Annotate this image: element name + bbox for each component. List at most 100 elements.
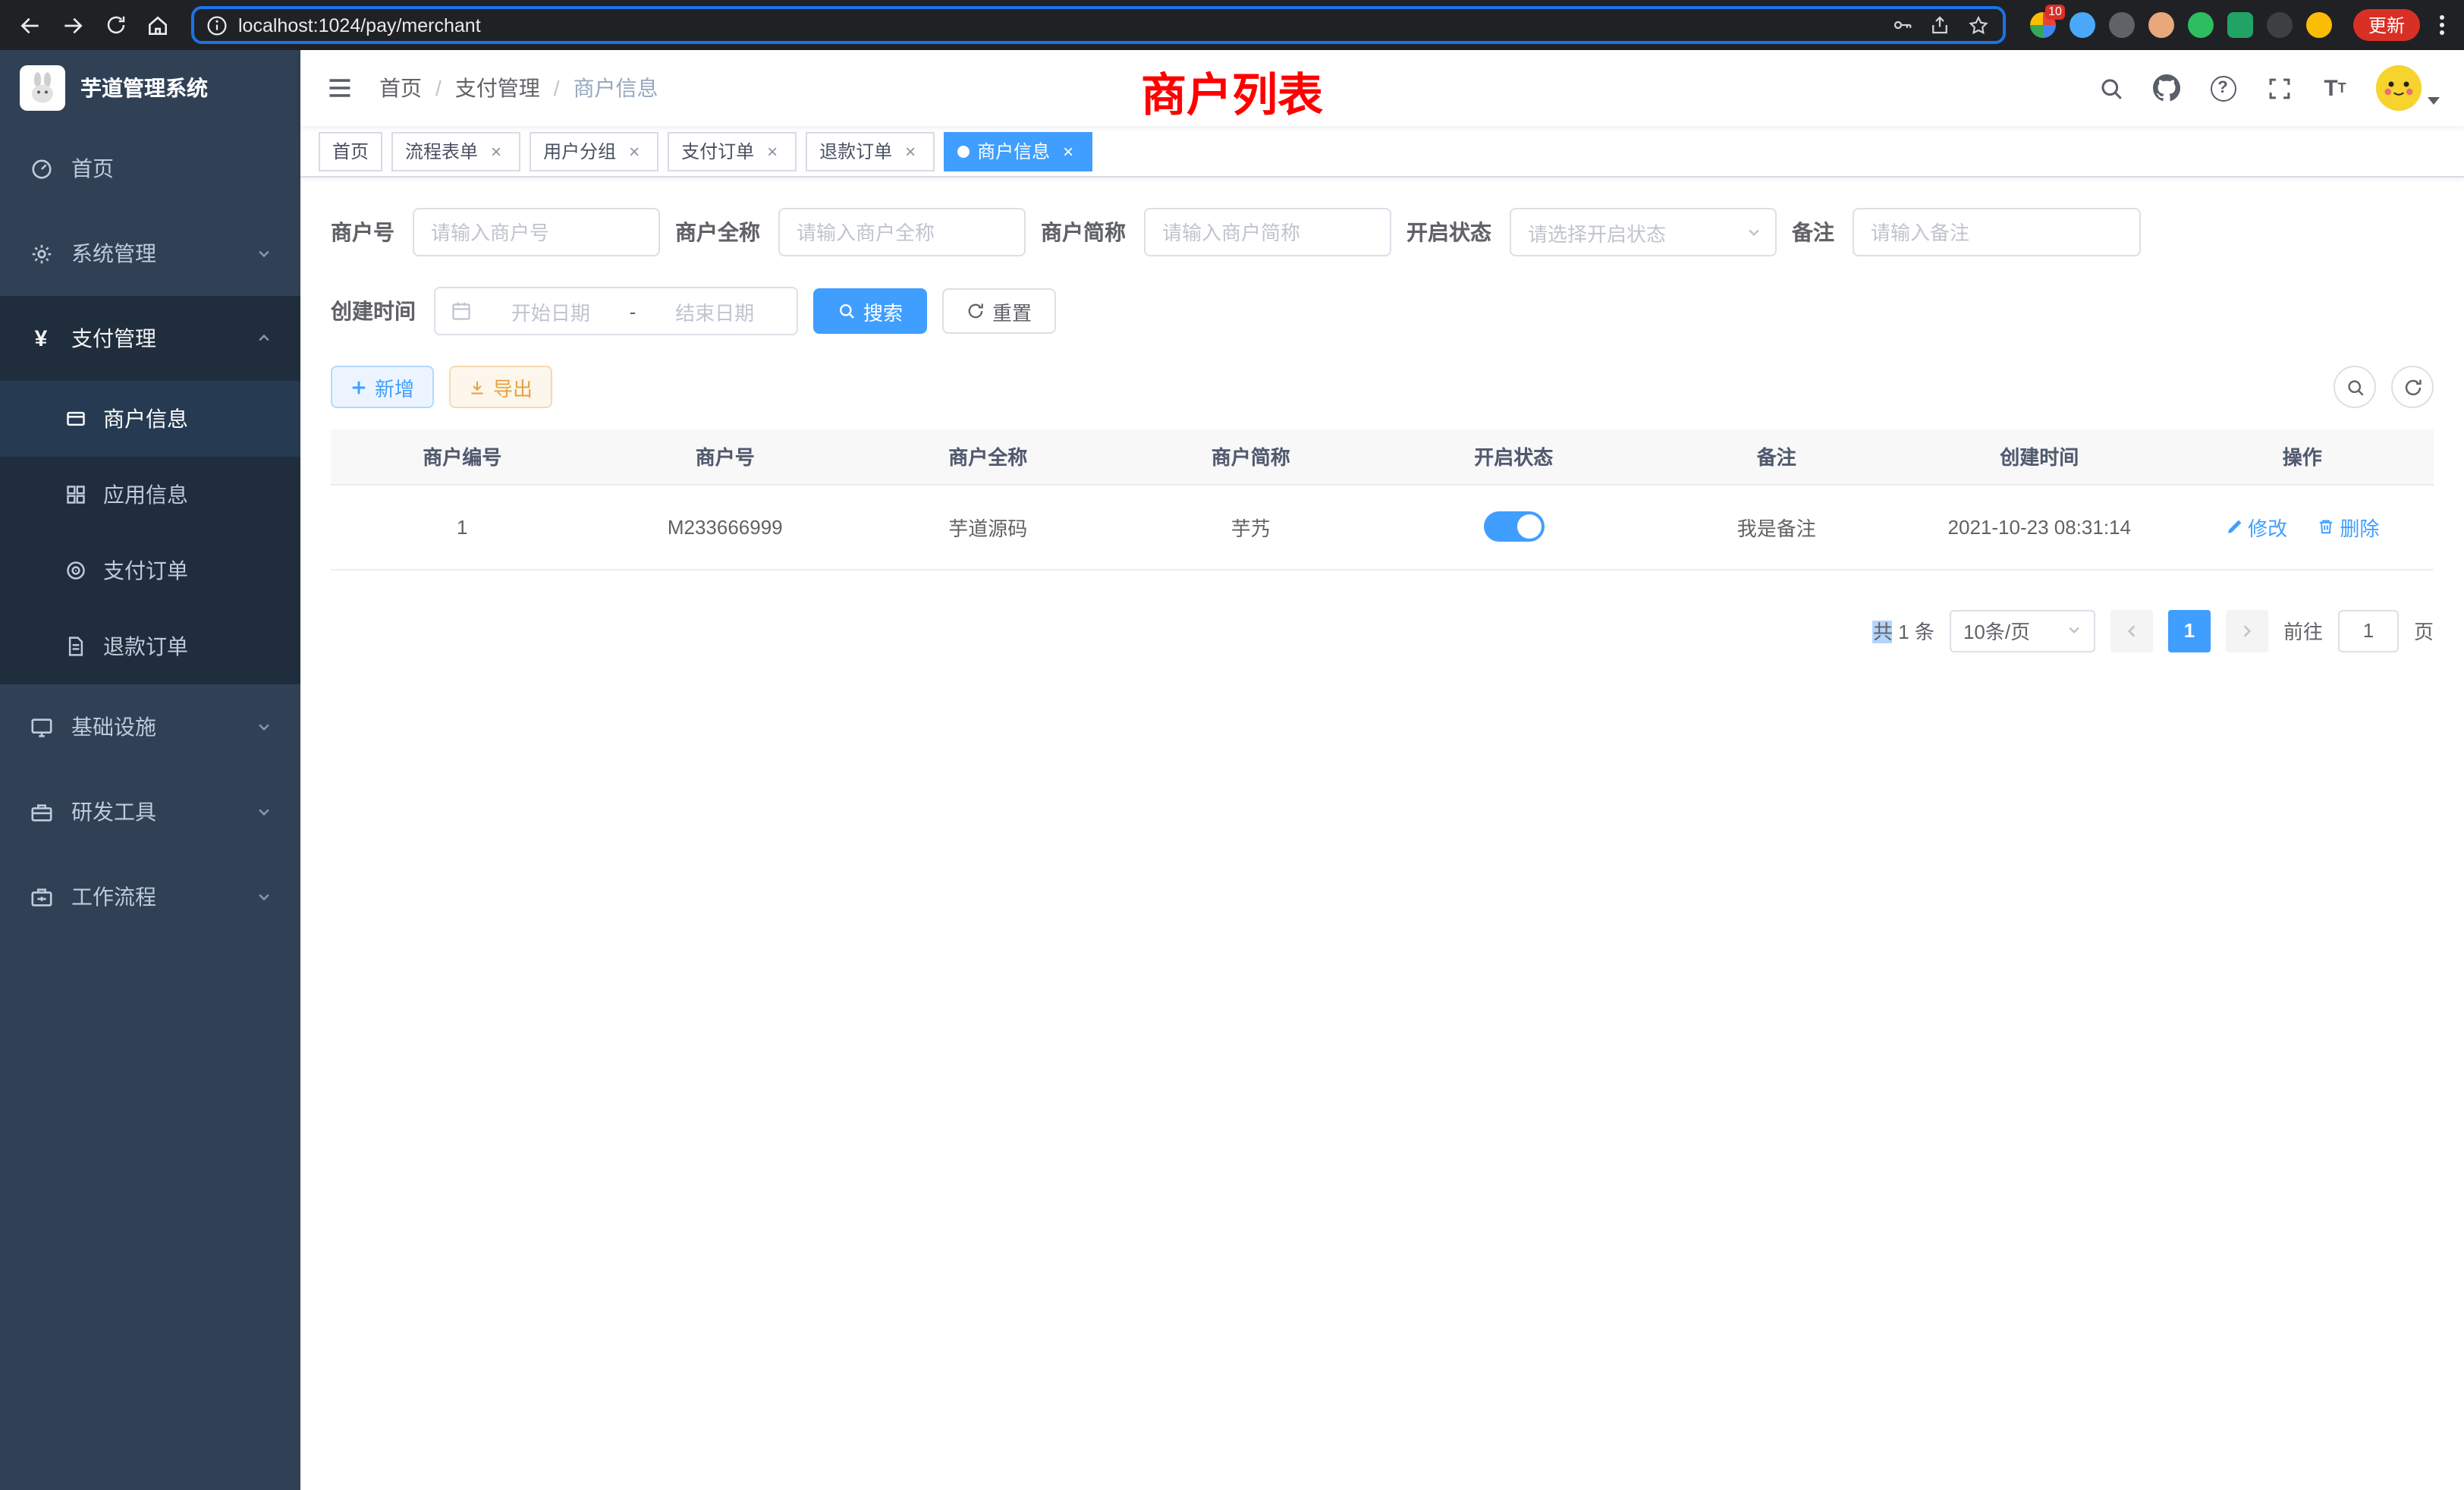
url-bar[interactable]: localhost:1024/pay/merchant: [191, 6, 2006, 44]
search-icon[interactable]: [2095, 73, 2126, 103]
add-button[interactable]: 新增: [331, 366, 434, 408]
chrome-update-button[interactable]: 更新: [2353, 9, 2420, 41]
total-count: 1: [1898, 621, 1909, 643]
tab-user-group[interactable]: 用户分组 ×: [530, 131, 658, 171]
close-icon[interactable]: ×: [1058, 140, 1079, 162]
sidebar-item-workflow[interactable]: 工作流程: [0, 854, 300, 939]
app-logo[interactable]: 芋道管理系统: [0, 50, 300, 126]
table-toolbar: 新增 导出: [331, 366, 2434, 408]
bookmark-star-icon[interactable]: [1966, 13, 1991, 37]
filter-row-1: 商户号 商户全称 商户简称 开启状态 请选择开启状态: [331, 208, 2434, 256]
next-page-button[interactable]: [2226, 609, 2268, 652]
status-select[interactable]: 请选择开启状态: [1510, 208, 1777, 256]
sidebar-item-system[interactable]: 系统管理: [0, 211, 300, 296]
extension-sheet-icon[interactable]: [2227, 12, 2253, 38]
back-icon[interactable]: [12, 7, 49, 43]
github-icon[interactable]: [2151, 73, 2182, 103]
create-time-range-picker[interactable]: 开始日期 - 结束日期: [434, 287, 798, 335]
toolbox-icon: [29, 800, 53, 824]
pencil-icon: [2225, 517, 2243, 536]
sidebar-item-payment[interactable]: ¥ 支付管理: [0, 296, 300, 381]
sidebar-item-refund-orders[interactable]: 退款订单: [0, 608, 300, 684]
edit-link[interactable]: 修改: [2225, 512, 2287, 541]
col-header-short-name: 商户简称: [1120, 429, 1383, 484]
reload-icon[interactable]: [97, 7, 134, 43]
prev-page-button[interactable]: [2110, 609, 2153, 652]
breadcrumb-current: 商户信息: [574, 73, 658, 103]
short-name-label: 商户简称: [1041, 217, 1144, 247]
goto-page-input[interactable]: [2338, 609, 2399, 652]
short-name-input[interactable]: [1144, 208, 1391, 256]
briefcase-icon: [29, 885, 53, 909]
close-icon[interactable]: ×: [486, 140, 507, 162]
close-icon[interactable]: ×: [624, 140, 645, 162]
col-header-full-name: 商户全称: [856, 429, 1120, 484]
active-dot: [957, 145, 970, 157]
chevron-down-icon: [1746, 221, 1762, 244]
password-key-icon[interactable]: [1890, 14, 1913, 36]
home-icon[interactable]: [140, 7, 176, 43]
reset-button[interactable]: 重置: [942, 288, 1056, 334]
tab-merchant-info[interactable]: 商户信息 ×: [944, 131, 1092, 171]
cell-remark: 我是备注: [1645, 484, 1909, 569]
status-toggle[interactable]: [1483, 511, 1544, 542]
site-info-icon[interactable]: [206, 14, 228, 36]
cell-actions: 修改 删除: [2171, 484, 2434, 569]
sidebar-item-label: 支付订单: [103, 555, 188, 586]
remark-input[interactable]: [1853, 208, 2141, 256]
remark-label: 备注: [1792, 217, 1853, 247]
browser-window: localhost:1024/pay/merchant 10: [0, 0, 2464, 1490]
fullscreen-icon[interactable]: [2264, 73, 2294, 103]
sidebar-menu: 首页 系统管理 ¥ 支付管理: [0, 126, 300, 939]
forward-icon[interactable]: [55, 7, 91, 43]
document-icon: [64, 634, 88, 659]
gear-icon: [29, 241, 53, 266]
font-size-icon[interactable]: TT: [2320, 73, 2350, 103]
breadcrumb-separator: /: [554, 76, 560, 100]
tab-process-form[interactable]: 流程表单 ×: [391, 131, 520, 171]
tab-home[interactable]: 首页: [319, 131, 382, 171]
search-button[interactable]: 搜索: [813, 288, 927, 334]
delete-link[interactable]: 删除: [2317, 512, 2379, 541]
browser-menu-icon[interactable]: [2432, 15, 2452, 35]
page-number-1[interactable]: 1: [2168, 609, 2211, 652]
close-icon[interactable]: ×: [900, 140, 921, 162]
merchant-no-input[interactable]: [413, 208, 660, 256]
extension-gray-icon[interactable]: [2109, 12, 2135, 38]
extension-drop-icon[interactable]: [2070, 12, 2095, 38]
breadcrumb-home[interactable]: 首页: [379, 73, 422, 103]
extension-badge: 10: [2045, 5, 2065, 20]
user-menu[interactable]: [2376, 65, 2440, 111]
sidebar-item-app-info[interactable]: 应用信息: [0, 457, 300, 533]
share-icon[interactable]: [1928, 14, 1951, 36]
sidebar-item-pay-orders[interactable]: 支付订单: [0, 533, 300, 608]
monitor-icon: [29, 715, 53, 739]
close-icon[interactable]: ×: [762, 140, 783, 162]
grid-icon: [64, 483, 88, 507]
chevron-down-icon: [256, 800, 272, 824]
caret-down-icon: [2428, 97, 2440, 105]
tab-refund-orders[interactable]: 退款订单 ×: [806, 131, 935, 171]
extension-avatar-icon[interactable]: [2148, 12, 2174, 38]
hamburger-icon[interactable]: [325, 73, 355, 103]
table-header-row: 商户编号 商户号 商户全称 商户简称 开启状态 备注 创建时间 操作: [331, 429, 2434, 484]
sidebar-item-devtools[interactable]: 研发工具: [0, 769, 300, 854]
refresh-table-button[interactable]: [2391, 366, 2434, 408]
sidebar-item-infra[interactable]: 基础设施: [0, 684, 300, 769]
page-size-select[interactable]: 10条/页: [1950, 609, 2095, 652]
tab-pay-orders[interactable]: 支付订单 ×: [668, 131, 797, 171]
chevron-up-icon: [256, 326, 272, 350]
extension-colorwheel-icon[interactable]: 10: [2030, 12, 2056, 38]
sidebar-item-merchant-info[interactable]: 商户信息: [0, 381, 300, 457]
profile-avatar-icon[interactable]: [2306, 12, 2332, 38]
export-button[interactable]: 导出: [449, 366, 552, 408]
help-icon[interactable]: ?: [2208, 73, 2238, 103]
extension-green-circle-icon[interactable]: [2188, 12, 2214, 38]
sidebar-item-home[interactable]: 首页: [0, 126, 300, 211]
col-header-id: 商户编号: [331, 429, 594, 484]
breadcrumb: 首页 / 支付管理 / 商户信息: [379, 73, 658, 103]
full-name-input[interactable]: [778, 208, 1026, 256]
toggle-search-button[interactable]: [2334, 366, 2376, 408]
breadcrumb-payment[interactable]: 支付管理: [455, 73, 540, 103]
extension-pin-icon[interactable]: [2267, 12, 2293, 38]
